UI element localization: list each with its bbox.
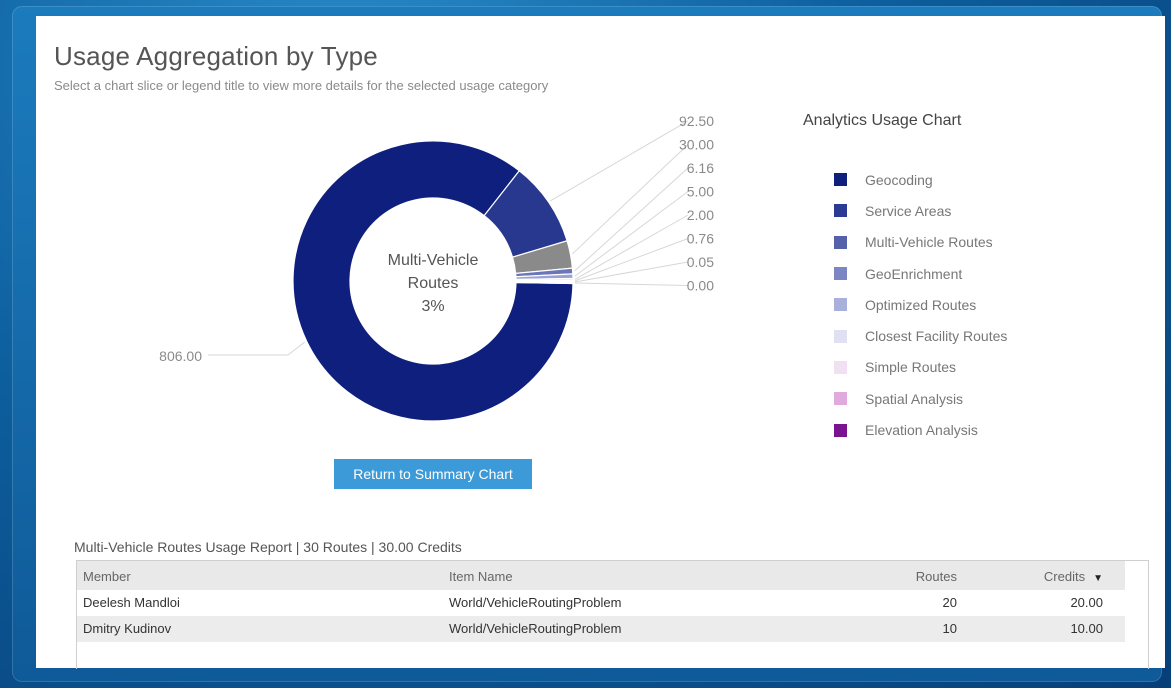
- report-title: Multi-Vehicle Routes Usage Report | 30 R…: [74, 539, 462, 555]
- legend-swatch: [834, 235, 847, 249]
- legend-item-closest-facility-routes[interactable]: Closest Facility Routes: [834, 320, 1007, 351]
- leader-line: [574, 282, 689, 286]
- column-header-item-name[interactable]: Item Name: [449, 561, 513, 592]
- usage-panel: Usage Aggregation by Type Select a chart…: [36, 16, 1165, 669]
- slice-value-label: 30.00: [679, 137, 714, 153]
- usage-report-table: Member Item Name Routes Credits ▼ Deelesh…: [76, 560, 1149, 669]
- credits-cell: 10.00: [1070, 621, 1103, 636]
- usage-donut-chart[interactable]: 806.00 92.50 30.00 6.16 5.00 2.00 0.76 0.05 0.00…: [36, 16, 796, 446]
- item-name-cell: World/VehicleRoutingProblem: [449, 595, 622, 610]
- legend-label[interactable]: Geocoding: [865, 172, 933, 188]
- slice-value-label: 6.16: [687, 160, 714, 176]
- legend-label[interactable]: GeoEnrichment: [865, 266, 962, 282]
- leader-line: [574, 214, 689, 280]
- slice-value-label: 5.00: [687, 184, 714, 200]
- return-to-summary-button[interactable]: Return to Summary Chart: [334, 459, 532, 489]
- routes-cell: 10: [942, 621, 957, 636]
- legend-label[interactable]: Optimized Routes: [865, 297, 976, 313]
- legend-swatch: [834, 392, 847, 406]
- member-cell: Dmitry Kudinov: [83, 621, 172, 636]
- leader-line: [287, 341, 306, 356]
- leader-line: [572, 144, 689, 255]
- leader-line: [574, 261, 689, 283]
- table-row[interactable]: Deelesh Mandloi World/VehicleRoutingProb…: [77, 590, 1125, 616]
- legend-item-service-areas[interactable]: Service Areas: [834, 195, 1007, 226]
- legend-item-geoenrichment[interactable]: GeoEnrichment: [834, 258, 1007, 289]
- column-header-member[interactable]: Member: [83, 561, 131, 592]
- legend-label[interactable]: Service Areas: [865, 203, 951, 219]
- legend-item-spatial-analysis[interactable]: Spatial Analysis: [834, 383, 1007, 414]
- donut-center-label: Multi-Vehicle: [388, 252, 479, 269]
- legend-swatch: [834, 173, 847, 187]
- leader-line: [574, 167, 689, 272]
- member-cell: Deelesh Mandloi: [83, 595, 180, 610]
- credits-cell: 20.00: [1070, 595, 1103, 610]
- legend-title: Analytics Usage Chart: [803, 112, 962, 129]
- legend-item-optimized-routes[interactable]: Optimized Routes: [834, 289, 1007, 320]
- legend-item-multi-vehicle-routes[interactable]: Multi-Vehicle Routes: [834, 227, 1007, 258]
- table-row[interactable]: Dmitry Kudinov World/VehicleRoutingProbl…: [77, 616, 1125, 642]
- sort-descending-icon[interactable]: ▼: [1093, 573, 1103, 584]
- donut-center-label: 3%: [421, 298, 444, 315]
- credits-header-label[interactable]: Credits: [1044, 569, 1085, 584]
- slice-value-label: 2.00: [687, 207, 714, 223]
- slice-value-label: 806.00: [159, 348, 202, 364]
- legend-swatch: [834, 204, 847, 218]
- slice-value-label: 0.76: [687, 231, 714, 247]
- chart-legend: Geocoding Service Areas Multi-Vehicle Ro…: [834, 164, 1007, 446]
- legend-label[interactable]: Spatial Analysis: [865, 391, 963, 407]
- legend-item-geocoding[interactable]: Geocoding: [834, 164, 1007, 195]
- leader-line: [574, 191, 689, 277]
- donut-center-label: Routes: [408, 275, 459, 292]
- item-name-cell: World/VehicleRoutingProblem: [449, 621, 622, 636]
- legend-swatch: [834, 423, 847, 437]
- legend-swatch: [834, 298, 847, 312]
- legend-item-elevation-analysis[interactable]: Elevation Analysis: [834, 414, 1007, 445]
- legend-label[interactable]: Simple Routes: [865, 359, 956, 375]
- legend-label[interactable]: Elevation Analysis: [865, 422, 978, 438]
- legend-label[interactable]: Closest Facility Routes: [865, 328, 1007, 344]
- legend-swatch: [834, 360, 847, 374]
- legend-label[interactable]: Multi-Vehicle Routes: [865, 234, 993, 250]
- legend-item-simple-routes[interactable]: Simple Routes: [834, 352, 1007, 383]
- column-header-routes[interactable]: Routes: [877, 561, 957, 592]
- legend-swatch: [834, 267, 847, 281]
- slice-value-label: 0.00: [687, 278, 714, 294]
- legend-swatch: [834, 329, 847, 343]
- slice-value-label: 0.05: [687, 254, 714, 270]
- slice-value-label: 92.50: [679, 113, 714, 129]
- table-header-row: Member Item Name Routes Credits ▼: [77, 561, 1125, 590]
- routes-cell: 20: [942, 595, 957, 610]
- leader-line: [574, 238, 689, 282]
- leader-line: [550, 120, 689, 202]
